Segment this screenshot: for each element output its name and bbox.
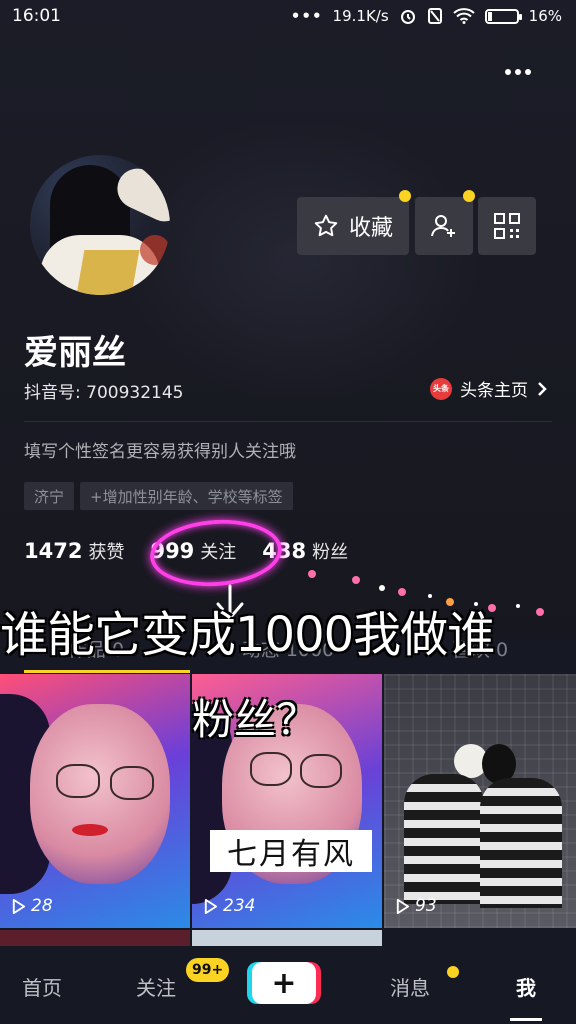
status-bar: 16:01 ••• 19.1K/s 16% (0, 0, 576, 32)
add-tags-button[interactable]: +增加性别年龄、学校等标签 (80, 482, 293, 510)
active-tab-indicator (24, 670, 190, 673)
nav-me[interactable]: 我 (516, 972, 536, 1001)
video-caption: 七月有风 (210, 830, 372, 872)
nav-following[interactable]: 关注 (136, 972, 176, 1001)
network-speed: 19.1K/s (332, 7, 389, 25)
sim-off-icon (427, 8, 442, 24)
favorites-label: 收藏 (348, 216, 393, 241)
overlay-caption-line1: 谁能它变成1000我做谁 (0, 607, 495, 663)
play-count-1: 28 (10, 896, 53, 916)
create-video-button[interactable]: + (252, 962, 316, 1004)
chevron-right-icon (538, 381, 547, 396)
battery-percent: 16% (528, 7, 562, 25)
avatar[interactable] (30, 155, 170, 295)
likes-count: 1472 (24, 539, 83, 563)
favorites-button[interactable]: 收藏 (297, 197, 409, 255)
star-icon (314, 214, 338, 237)
profile-divider (24, 421, 552, 422)
play-count-2: 234 (202, 896, 255, 916)
nav-messages[interactable]: 消息 (390, 972, 430, 1001)
wifi-icon (452, 8, 475, 24)
nav-home[interactable]: 首页 (22, 972, 62, 1001)
likes-label: 获赞 (88, 542, 125, 563)
followers-label: 粉丝 (312, 542, 349, 563)
add-friend-icon (431, 215, 455, 237)
video-thumbnail-1[interactable] (0, 674, 190, 928)
video-thumbnail-3[interactable] (384, 674, 576, 928)
profile-nickname: 爱丽丝 (24, 333, 126, 373)
toutiao-label: 头条主页 (460, 381, 528, 401)
messages-dot (447, 966, 459, 978)
qr-code-icon (494, 213, 520, 239)
status-time: 16:01 (12, 6, 61, 26)
toutiao-icon: 头条 (430, 377, 452, 400)
following-badge: 99+ (186, 958, 230, 982)
qr-code-button[interactable] (478, 197, 536, 255)
add-friend-button[interactable] (415, 197, 473, 255)
add-friend-dot (463, 190, 475, 202)
likes-stat: 1472 获赞 (24, 538, 124, 564)
location-tag[interactable]: 济宁 (24, 482, 75, 510)
play-icon (396, 898, 410, 914)
status-indicators: ••• 19.1K/s 16% (291, 7, 562, 25)
play-count-value: 234 (223, 896, 256, 916)
play-icon (12, 898, 26, 914)
alarm-icon (400, 10, 415, 24)
play-count-value: 28 (31, 896, 53, 916)
video-thumbnail-4[interactable] (0, 930, 190, 946)
more-options-button[interactable] (500, 62, 536, 82)
battery-icon (484, 8, 522, 24)
play-count-3: 93 (394, 896, 437, 916)
douyin-id: 抖音号: 700932145 (24, 383, 184, 403)
play-count-value: 93 (415, 896, 437, 916)
nav-active-indicator (510, 1018, 542, 1021)
overlay-caption-line2: 粉丝？ (192, 695, 319, 744)
favorites-dot (399, 190, 411, 202)
video-thumbnail-5[interactable] (192, 930, 382, 946)
toutiao-homepage-link[interactable]: 头条 头条主页 (430, 376, 548, 401)
signature-prompt[interactable]: 填写个性签名更容易获得别人关注哦 (24, 437, 296, 462)
signal-dots: ••• (290, 7, 323, 25)
play-icon (204, 898, 218, 914)
